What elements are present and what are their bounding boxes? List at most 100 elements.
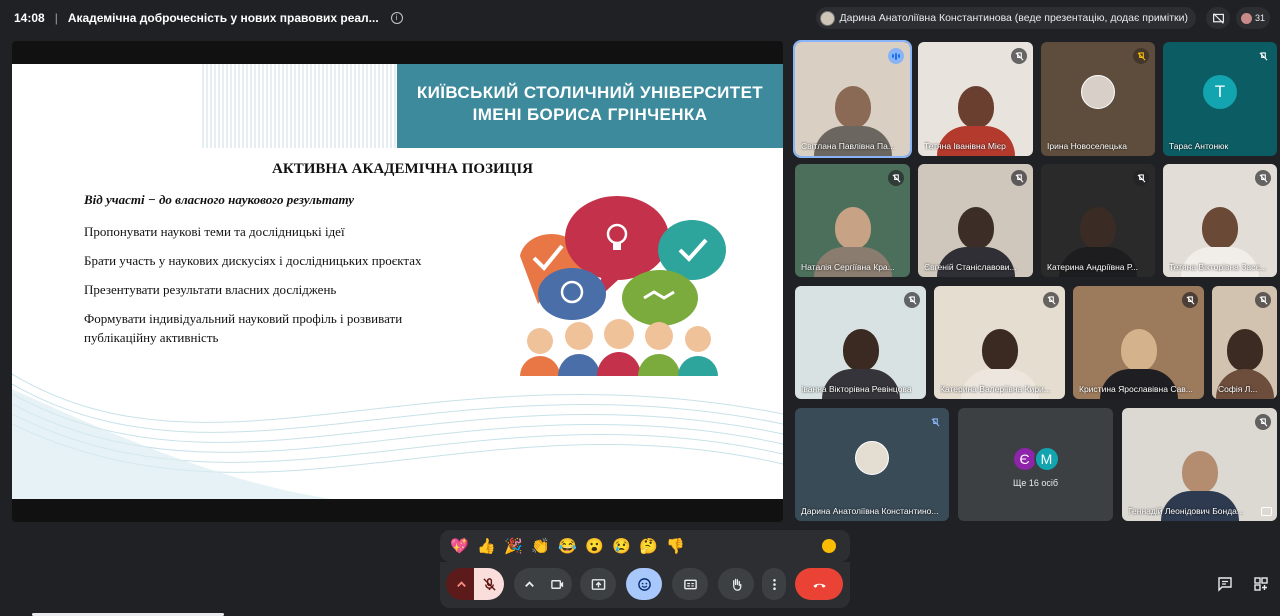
activities-icon	[1254, 577, 1268, 591]
mic-off-icon	[1043, 292, 1059, 308]
participant-name: Катерина Валеріївна Кири...	[940, 384, 1051, 394]
participant-tile[interactable]: Т Тарас Антонюк	[1163, 42, 1277, 156]
slide: КИЇВСЬКИЙ СТОЛИЧНИЙ УНІВЕРСИТЕТ ІМЕНІ БО…	[12, 64, 783, 499]
participant-name: Катерина Андріївна Р...	[1047, 262, 1139, 272]
slide-stripe-decor	[202, 64, 397, 148]
mic-off-icon	[1182, 292, 1198, 308]
activities-button[interactable]	[1244, 567, 1278, 601]
reaction-heart[interactable]: 💖	[450, 537, 469, 555]
reaction-thumbs-down[interactable]: 👎	[666, 537, 685, 555]
slide-bullet: Пропонувати наукові теми та дослідницькі…	[84, 224, 345, 239]
participant-count: 31	[1254, 13, 1265, 23]
mic-off-icon	[1255, 292, 1271, 308]
reaction-party[interactable]: 🎉	[504, 537, 523, 555]
present-blocked-icon	[1212, 12, 1224, 24]
skin-tone-selector[interactable]	[822, 539, 836, 553]
slide-bullet: Формувати індивідуальний науковий профіл…	[84, 311, 403, 345]
participants-button[interactable]: 31	[1236, 7, 1270, 29]
video-options-button[interactable]	[514, 568, 544, 600]
mic-off-icon	[1255, 170, 1271, 186]
chat-icon	[1218, 577, 1232, 592]
participant-tile[interactable]: Катерина Валеріївна Кири...	[934, 286, 1065, 399]
reaction-clap[interactable]: 👏	[531, 537, 550, 555]
reaction-surprised[interactable]: 😮	[585, 537, 604, 555]
emoji-icon	[637, 577, 651, 591]
participant-tile[interactable]: Світлана Павлівна Па...	[793, 40, 912, 158]
meeting-title: Академічна доброчесність у нових правови…	[67, 11, 379, 25]
raise-hand-icon	[732, 578, 741, 591]
participant-tile[interactable]: Катерина Андріївна Р...	[1041, 164, 1155, 277]
captions-button[interactable]	[672, 568, 708, 600]
mic-off-icon	[1255, 48, 1271, 64]
participant-tile[interactable]: Кристина Ярославівна Сав...	[1073, 286, 1204, 399]
audio-options-button[interactable]	[446, 568, 476, 600]
more-vert-icon	[772, 578, 776, 590]
participant-name: Тетяна Іванівна Мієр	[924, 141, 1006, 151]
present-icon	[591, 578, 605, 590]
call-end-icon	[812, 583, 826, 588]
slide-subheading: Від участі − до власного наукового резул…	[84, 192, 355, 207]
camera-icon	[550, 579, 563, 589]
participant-name: Софія Л...	[1218, 384, 1258, 394]
participant-tile[interactable]: Тетяна Іванівна Мієр	[918, 42, 1033, 156]
university-name-line1: КИЇВСЬКИЙ СТОЛИЧНИЙ УНІВЕРСИТЕТ	[416, 83, 764, 102]
leave-call-button[interactable]	[795, 568, 843, 600]
reaction-thinking[interactable]: 🤔	[639, 537, 658, 555]
reaction-sad[interactable]: 😢	[612, 537, 631, 555]
mic-off-icon	[1011, 170, 1027, 186]
participant-tile[interactable]: Софія Л...	[1212, 286, 1277, 399]
reactions-button[interactable]	[626, 568, 662, 600]
info-icon[interactable]: i	[390, 12, 403, 24]
tile-options-icon[interactable]	[1261, 507, 1272, 516]
slide-bullet: Брати участь у наукових дискусіях і досл…	[84, 253, 422, 268]
participant-name: Світлана Павлівна Па...	[801, 141, 895, 151]
chevron-up-icon	[524, 580, 534, 587]
mic-off-icon	[927, 414, 943, 430]
participant-name: Тетяна Вікторівна Засє...	[1169, 262, 1267, 272]
mic-off-icon	[888, 170, 904, 186]
raise-hand-button[interactable]	[718, 568, 754, 600]
presenter-avatar	[819, 10, 835, 26]
mic-toggle-button[interactable]	[474, 568, 504, 600]
chat-button[interactable]	[1208, 567, 1242, 601]
participant-tile[interactable]: Євгеній Станіславови...	[918, 164, 1033, 277]
participant-tile[interactable]: Дарина Анатоліївна Константино...	[795, 408, 949, 521]
camera-toggle-button[interactable]	[542, 568, 572, 600]
chevron-up-icon	[456, 580, 466, 587]
title-separator: |	[54, 11, 58, 25]
participant-avatar	[1081, 75, 1115, 109]
participant-initial-avatar: М	[1033, 446, 1060, 472]
present-button[interactable]	[580, 568, 616, 600]
participant-name: Кристина Ярославівна Сав...	[1079, 384, 1193, 394]
mic-off-icon	[482, 577, 496, 591]
mic-off-icon	[1255, 414, 1271, 430]
participant-avatar	[855, 440, 889, 475]
more-participants-tile[interactable]: Є М Ще 16 осіб	[958, 408, 1113, 521]
participant-tile[interactable]: Наталія Сергіївна Кра...	[795, 164, 910, 277]
participant-avatar: Т	[1203, 75, 1237, 109]
participant-tile[interactable]: Тетяна Вікторівна Засє...	[1163, 164, 1277, 277]
present-blocked-button[interactable]	[1206, 7, 1230, 29]
captions-icon	[683, 579, 697, 589]
speaking-indicator-icon	[888, 48, 904, 64]
clock: 14:08	[14, 11, 45, 25]
reaction-thumbs-up[interactable]: 👍	[477, 537, 496, 555]
participant-tile[interactable]: Іванна Вікторівна Ревінцова	[795, 286, 926, 399]
participant-name: Дарина Анатоліївна Константино...	[801, 506, 939, 516]
reaction-laugh[interactable]: 😂	[558, 537, 577, 555]
slide-bullet: Презентувати результати власних дослідже…	[84, 282, 337, 297]
presenter-chip[interactable]: Дарина Анатоліївна Константинова (веде п…	[815, 7, 1196, 29]
participant-name: Ірина Новоселецька	[1047, 141, 1127, 151]
participant-name: Геннадій Леонідович Бонда...	[1128, 506, 1244, 516]
participant-tile[interactable]: Ірина Новоселецька	[1041, 42, 1155, 156]
participant-tile[interactable]: Геннадій Леонідович Бонда...	[1122, 408, 1277, 521]
participants-avatars-icon	[1240, 12, 1252, 24]
more-options-button[interactable]	[762, 568, 786, 600]
participant-name: Тарас Антонюк	[1169, 141, 1229, 151]
mic-off-icon	[1133, 48, 1149, 64]
presentation-stage: КИЇВСЬКИЙ СТОЛИЧНИЙ УНІВЕРСИТЕТ ІМЕНІ БО…	[12, 41, 783, 522]
presenter-label: Дарина Анатоліївна Константинова (веде п…	[839, 12, 1188, 24]
slide-heading: АКТИВНА АКАДЕМІЧНА ПОЗИЦІЯ	[271, 161, 533, 177]
team-discussion-illustration	[520, 196, 726, 376]
participant-name: Наталія Сергіївна Кра...	[801, 262, 895, 272]
